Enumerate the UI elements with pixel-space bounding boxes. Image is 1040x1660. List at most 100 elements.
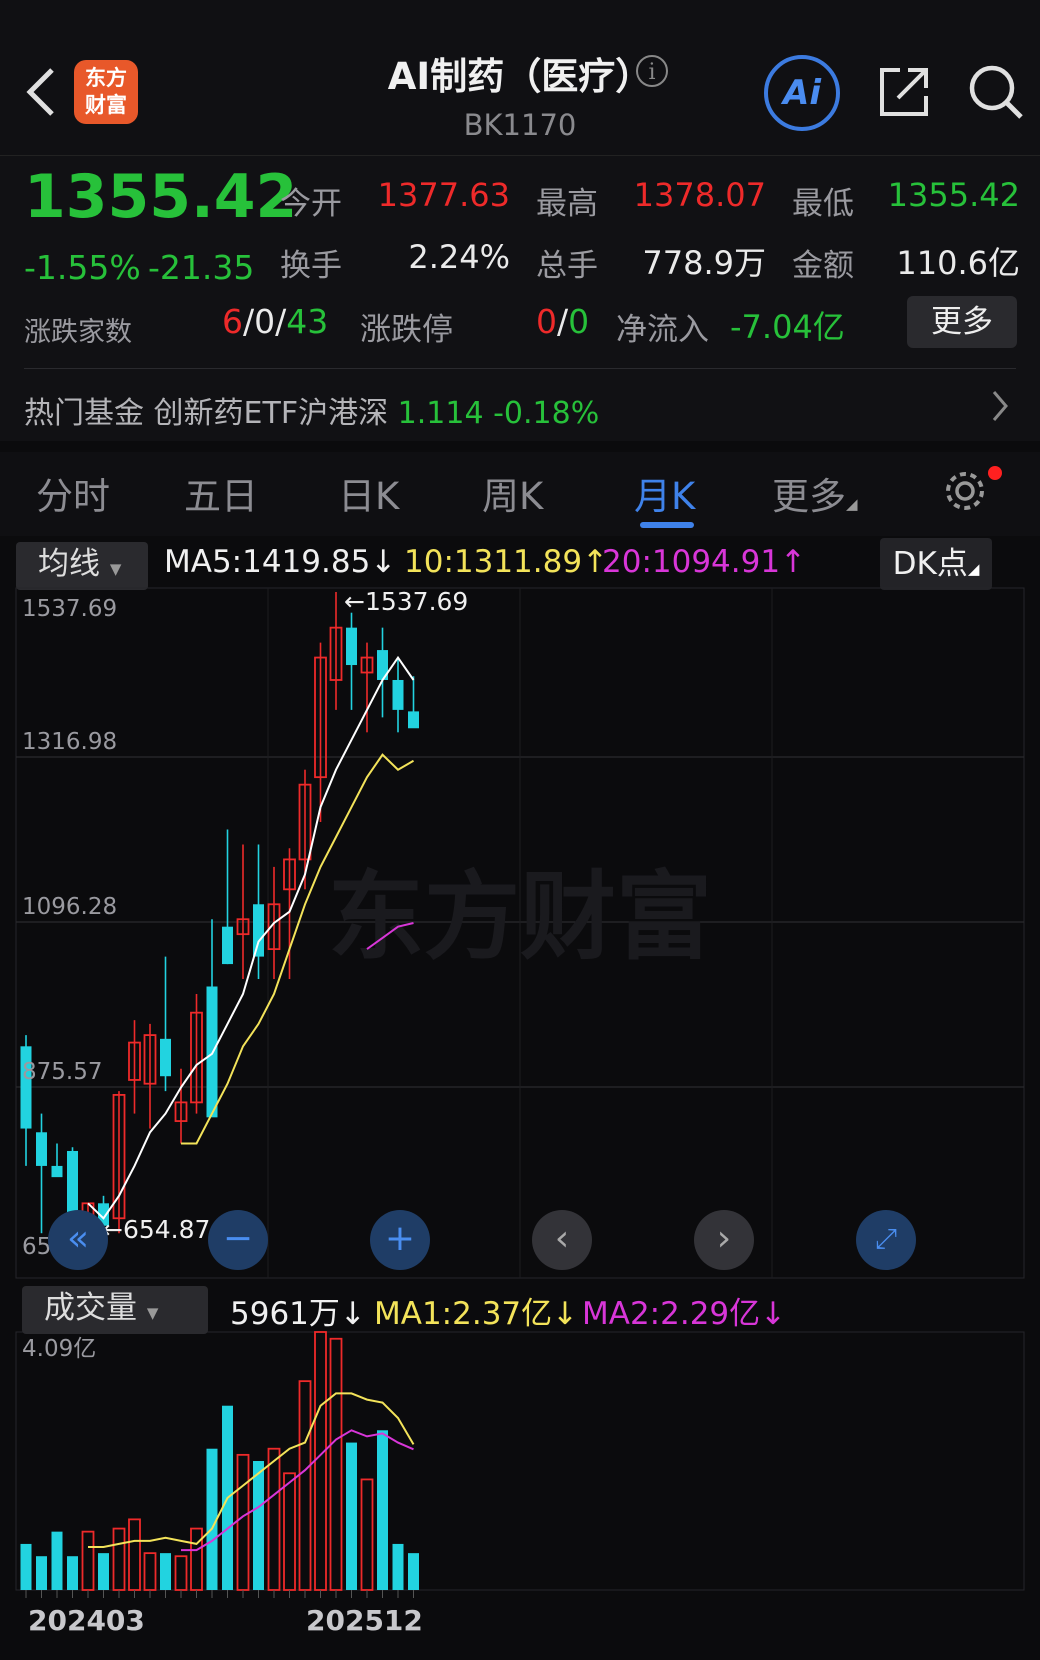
volume-ma-lines (88, 1392, 415, 1552)
volume-bar (283, 1472, 296, 1591)
tab-more[interactable]: 更多◢ (772, 466, 858, 520)
candle-body (346, 627, 357, 666)
open-value: 1377.63 (377, 176, 510, 214)
ma5-arrow: ↓ (370, 544, 397, 580)
volume-bar (67, 1556, 78, 1590)
volume-bar (98, 1553, 109, 1590)
volume-panel-border (15, 1331, 1025, 1591)
candle-body (408, 711, 419, 729)
info-icon[interactable]: i (636, 55, 668, 87)
volume-bar (314, 1331, 327, 1591)
more-button[interactable]: 更多 (907, 296, 1017, 348)
notification-dot (988, 466, 1002, 480)
kline-chart[interactable]: 东方财富 1537.691316.981096.28875.57654.87 ←… (0, 580, 1040, 1660)
volume-bar (360, 1478, 374, 1591)
hot-fund-row[interactable]: 热门基金 创新药ETF沪港深 1.114 -0.18% (24, 388, 599, 432)
volume-bar (346, 1442, 357, 1590)
vol-ma1-label: MA1:2.37亿 (374, 1296, 553, 1332)
volume-select[interactable]: 成交量 ▼ (22, 1286, 208, 1334)
tab-more-label: 更多 (772, 475, 846, 518)
open-label: 今开 (280, 186, 342, 222)
volume-bar (160, 1553, 171, 1590)
gear-icon[interactable] (940, 466, 990, 516)
sector-code: BK1170 (463, 108, 577, 142)
indicator-select-label: 均线 (38, 546, 100, 582)
breadth-label: 涨跌家数 (24, 317, 132, 348)
volume-bar (143, 1552, 157, 1591)
divider (24, 368, 1016, 369)
tab-daily-k[interactable]: 日K (338, 466, 399, 520)
volume-label: 总手 (536, 248, 598, 284)
share-icon[interactable] (876, 64, 932, 120)
ma20-label: 20:1094.91 (602, 544, 781, 580)
candle-body (222, 926, 233, 965)
amount-label: 金额 (792, 248, 854, 284)
volume-arrow: ↓ (339, 1296, 366, 1332)
hot-fund-nav: 1.114 (397, 396, 484, 431)
ma5-label: MA5:1419.85 (164, 544, 371, 580)
candle-body (160, 1038, 171, 1077)
ma10-label: 10:1311.89 (404, 544, 583, 580)
ma20-arrow: ↑ (780, 544, 807, 580)
zoom-out-button[interactable]: − (208, 1210, 268, 1270)
volume-bar (392, 1543, 404, 1590)
up-count: 6 (222, 302, 243, 341)
high-value: 1378.07 (633, 176, 766, 214)
volume-bar (267, 1447, 281, 1591)
change-percent: -1.55% (24, 248, 141, 287)
volume-readout: 5961万↓ (230, 1288, 366, 1333)
x-label-start: 202403 (28, 1604, 145, 1637)
turnover-value: 2.24% (408, 238, 510, 276)
tab-monthly-k[interactable]: 月K (634, 466, 695, 520)
breadth-values: 6/0/43 (222, 302, 328, 341)
fullscreen-button[interactable]: ⤢ (856, 1210, 916, 1270)
dropdown-icon: ▼ (109, 560, 122, 578)
active-tab-indicator (640, 522, 694, 528)
tab-weekly-k[interactable]: 周K (482, 466, 543, 520)
volume-bar (81, 1530, 95, 1591)
high-label: 最高 (536, 186, 598, 222)
sep-3: / (557, 302, 569, 341)
limit-label: 涨跌停 (360, 312, 453, 348)
down-count: 43 (286, 302, 329, 341)
sep-2: / (275, 302, 287, 341)
sep-1: / (243, 302, 255, 341)
vol-ma2-readout: MA2:2.29亿↓ (582, 1288, 786, 1333)
amount-value: 110.6亿 (896, 244, 1020, 282)
min-price-label: ←654.87 (102, 1215, 210, 1244)
x-label-end: 202512 (306, 1604, 423, 1637)
ma5-readout: MA5:1419.85↓ (164, 544, 396, 580)
ai-assistant-button[interactable]: Ai (764, 55, 840, 131)
y-tick-label: 1316.98 (22, 729, 117, 755)
watermark: 东方财富 (328, 861, 712, 973)
volume-bar (174, 1555, 188, 1591)
tab-intraday[interactable]: 分时 (36, 466, 110, 520)
volume-bar (51, 1531, 63, 1590)
volume-bar (112, 1527, 126, 1591)
next-button[interactable]: › (694, 1210, 754, 1270)
prev-button[interactable]: ‹ (532, 1210, 592, 1270)
turnover-label: 换手 (280, 248, 342, 284)
volume-value: 778.9万 (642, 244, 766, 282)
volume-readout-label: 5961万 (230, 1296, 340, 1332)
volume-bar (298, 1380, 312, 1591)
volume-bar (36, 1556, 47, 1590)
volume-bar (253, 1461, 264, 1590)
y-tick-label: 1096.28 (22, 894, 117, 920)
hot-fund-change: -0.18% (493, 396, 600, 431)
limit-down-count: 0 (568, 302, 590, 341)
dk-label: DK点 (892, 546, 968, 582)
chevron-right-icon[interactable] (990, 388, 1010, 424)
volume-bar (408, 1553, 419, 1590)
search-icon[interactable] (966, 62, 1026, 122)
last-price: 1355.42 (24, 162, 298, 232)
volume-bar (20, 1543, 32, 1590)
hot-fund-label: 热门基金 (24, 396, 144, 431)
tab-five-day[interactable]: 五日 (184, 466, 258, 520)
zoom-in-button[interactable]: + (370, 1210, 430, 1270)
back-icon[interactable] (22, 62, 62, 122)
inflow-label: 净流入 (616, 312, 709, 348)
volume-bar (128, 1518, 141, 1591)
volume-max-label: 4.09亿 (22, 1336, 96, 1362)
scroll-left-button[interactable]: « (48, 1210, 108, 1270)
